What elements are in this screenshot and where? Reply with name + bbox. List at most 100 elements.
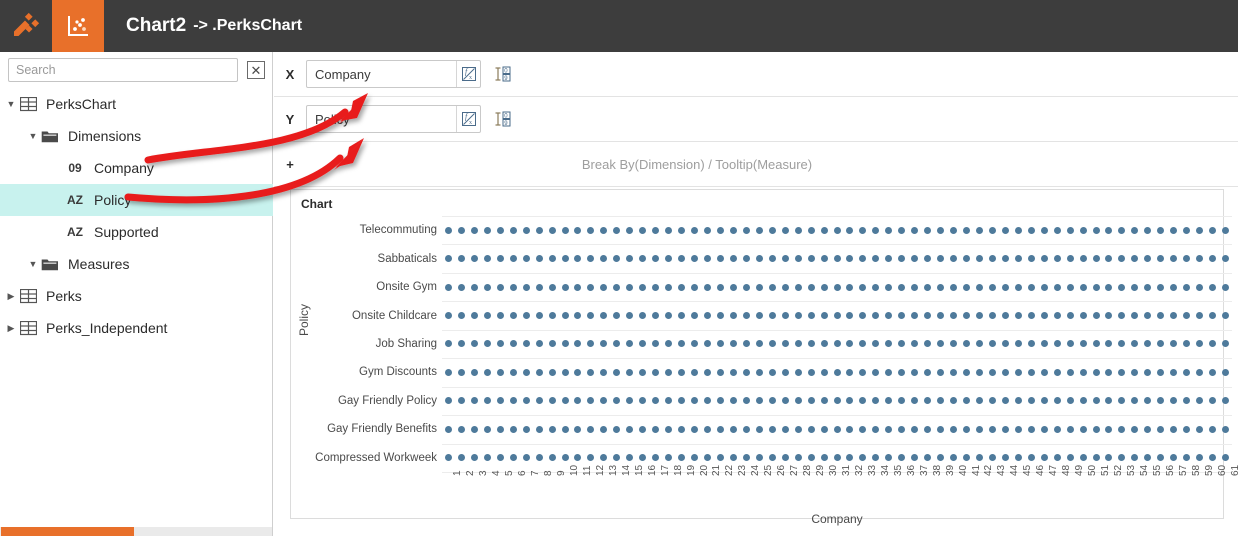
scatter-point[interactable]	[885, 255, 893, 263]
scatter-point[interactable]	[639, 425, 647, 433]
scatter-point[interactable]	[1170, 397, 1178, 405]
scatter-point[interactable]	[600, 226, 608, 234]
scatter-point[interactable]	[1001, 340, 1009, 348]
scatter-point[interactable]	[665, 425, 673, 433]
scatter-point[interactable]	[470, 312, 478, 320]
scatter-point[interactable]	[1092, 226, 1100, 234]
scatter-point[interactable]	[561, 312, 569, 320]
scatter-point[interactable]	[691, 425, 699, 433]
scatter-point[interactable]	[768, 255, 776, 263]
scatter-point[interactable]	[950, 226, 958, 234]
chevron-down-icon[interactable]: ▼	[26, 131, 40, 141]
scatter-point[interactable]	[703, 454, 711, 462]
scatter-point[interactable]	[950, 283, 958, 291]
scatter-point[interactable]	[496, 397, 504, 405]
scatter-point[interactable]	[872, 255, 880, 263]
scatter-point[interactable]	[975, 340, 983, 348]
scatter-point[interactable]	[794, 226, 802, 234]
scrollbar-thumb[interactable]	[1, 527, 134, 536]
scatter-point[interactable]	[1118, 454, 1126, 462]
tree-item-measures[interactable]: ▼ Measures	[0, 248, 273, 280]
scatter-point[interactable]	[716, 283, 724, 291]
scatter-point[interactable]	[820, 397, 828, 405]
scatter-point[interactable]	[1170, 340, 1178, 348]
scatter-point[interactable]	[548, 454, 556, 462]
scatter-point[interactable]	[1170, 283, 1178, 291]
scatter-point[interactable]	[1157, 425, 1165, 433]
scatter-point[interactable]	[574, 368, 582, 376]
scatter-point[interactable]	[820, 340, 828, 348]
scatter-point[interactable]	[1001, 454, 1009, 462]
scatter-point[interactable]	[975, 283, 983, 291]
scatter-point[interactable]	[833, 454, 841, 462]
scatter-point[interactable]	[483, 454, 491, 462]
scatter-point[interactable]	[807, 454, 815, 462]
scatter-point[interactable]	[807, 255, 815, 263]
scatter-point[interactable]	[1040, 283, 1048, 291]
scatter-point[interactable]	[963, 312, 970, 320]
scatter-point[interactable]	[963, 425, 970, 433]
scatter-point[interactable]	[1014, 340, 1022, 348]
scatter-point[interactable]	[781, 312, 789, 320]
scatter-point[interactable]	[1196, 312, 1204, 320]
scatter-point[interactable]	[1144, 226, 1152, 234]
scatter-point[interactable]	[652, 340, 660, 348]
scatter-point[interactable]	[1118, 283, 1126, 291]
scatter-point[interactable]	[483, 312, 491, 320]
scatter-point[interactable]	[859, 454, 867, 462]
scatter-point[interactable]	[846, 425, 854, 433]
scatter-point[interactable]	[496, 454, 504, 462]
scatter-point[interactable]	[1105, 368, 1113, 376]
scatter-point[interactable]	[781, 340, 789, 348]
scatter-point[interactable]	[509, 340, 517, 348]
scatter-point[interactable]	[898, 425, 906, 433]
scatter-point[interactable]	[924, 226, 932, 234]
scatter-point[interactable]	[522, 255, 530, 263]
scatter-point[interactable]	[950, 397, 958, 405]
scatter-point[interactable]	[911, 368, 919, 376]
scatter-point[interactable]	[794, 340, 802, 348]
scatter-point[interactable]	[1105, 255, 1113, 263]
scatter-point[interactable]	[898, 226, 906, 234]
scatter-point[interactable]	[1222, 397, 1230, 405]
scatter-point[interactable]	[561, 397, 569, 405]
scatter-point[interactable]	[574, 340, 582, 348]
scatter-point[interactable]	[742, 255, 750, 263]
scatter-point[interactable]	[522, 283, 530, 291]
scatter-point[interactable]	[574, 226, 582, 234]
scatter-point[interactable]	[639, 226, 647, 234]
scatter-point[interactable]	[807, 283, 815, 291]
scatter-point[interactable]	[548, 312, 556, 320]
scatter-point[interactable]	[1222, 454, 1230, 462]
scatter-point[interactable]	[509, 397, 517, 405]
scatter-point[interactable]	[1092, 340, 1100, 348]
scatter-point[interactable]	[691, 340, 699, 348]
scatter-point[interactable]	[950, 340, 958, 348]
scatter-point[interactable]	[587, 397, 595, 405]
scatter-point[interactable]	[1027, 283, 1035, 291]
scatter-point[interactable]	[574, 283, 582, 291]
scatter-point[interactable]	[678, 255, 686, 263]
scatter-point[interactable]	[1222, 312, 1230, 320]
scatter-point[interactable]	[639, 312, 647, 320]
scatter-point[interactable]	[613, 454, 621, 462]
sort-order-icon[interactable]: 0 9	[493, 63, 515, 85]
scatter-point[interactable]	[1222, 226, 1230, 234]
scatter-point[interactable]	[937, 312, 945, 320]
scatter-point[interactable]	[1040, 425, 1048, 433]
scatter-point[interactable]	[535, 425, 543, 433]
scatter-point[interactable]	[781, 255, 789, 263]
scatter-point[interactable]	[937, 425, 945, 433]
scatter-point[interactable]	[911, 454, 919, 462]
function-fx-icon[interactable]: f x	[456, 61, 480, 87]
scatter-point[interactable]	[1183, 368, 1191, 376]
close-icon[interactable]: ✕	[247, 61, 265, 79]
scatter-point[interactable]	[950, 255, 958, 263]
scatter-point[interactable]	[846, 226, 854, 234]
tree-item-company[interactable]: 09 Company	[0, 152, 273, 184]
scatter-point[interactable]	[988, 283, 996, 291]
scatter-point[interactable]	[1053, 283, 1061, 291]
scatter-point[interactable]	[561, 340, 569, 348]
scatter-point[interactable]	[1079, 283, 1087, 291]
scatter-point[interactable]	[587, 226, 595, 234]
